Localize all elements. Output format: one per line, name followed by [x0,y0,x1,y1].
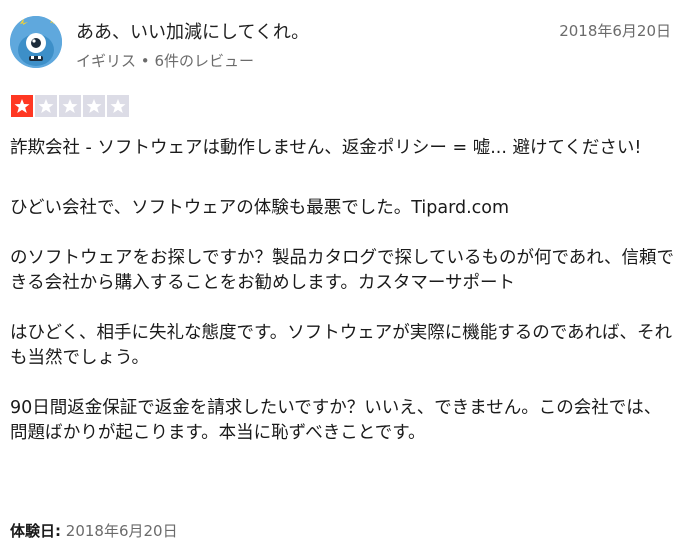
star-5-icon [107,95,129,117]
reviewer-meta: イギリス • 6件のレビュー [76,50,254,71]
reviewer-country: イギリス [76,52,137,70]
experience-label: 体験日: [10,522,61,540]
review-paragraph: 90日間返金保証で返金を請求したいですか？いいえ、できません。この会社では、問題… [10,398,662,443]
star-rating [11,95,129,117]
experience-date-value: 2018年6月20日 [65,522,178,540]
star-3-icon [59,95,81,117]
reviewer-name[interactable]: ああ、いい加減にしてくれ。 [76,18,309,44]
review-paragraph: のソフトウェアをお探しですか？製品カタログで探しているものが何であれ、信頼できる… [10,248,674,293]
review-body: ひどい会社で、ソフトウェアの体験も最悪でした。Tipard.com のソフトウェ… [10,196,678,446]
review-title[interactable]: 詐欺会社 - ソフトウェアは動作しません、返金ポリシー = 嘘... 避けてくだ… [10,136,678,161]
reviewer-review-count[interactable]: 6件のレビュー [154,52,254,70]
star-2-icon [35,95,57,117]
meta-separator: • [140,52,150,70]
review-paragraph: はひどく、相手に失礼な態度です。ソフトウェアが実際に機能するのであれば、それも当… [10,323,673,368]
experience-date: 体験日: 2018年6月20日 [10,520,178,541]
monster-avatar-icon [10,16,62,68]
reviewer-avatar[interactable] [10,16,62,68]
star-4-icon [83,95,105,117]
star-1-icon [11,95,33,117]
review-date: 2018年6月20日 [559,22,671,40]
review-paragraph: ひどい会社で、ソフトウェアの体験も最悪でした。Tipard.com [10,198,510,218]
